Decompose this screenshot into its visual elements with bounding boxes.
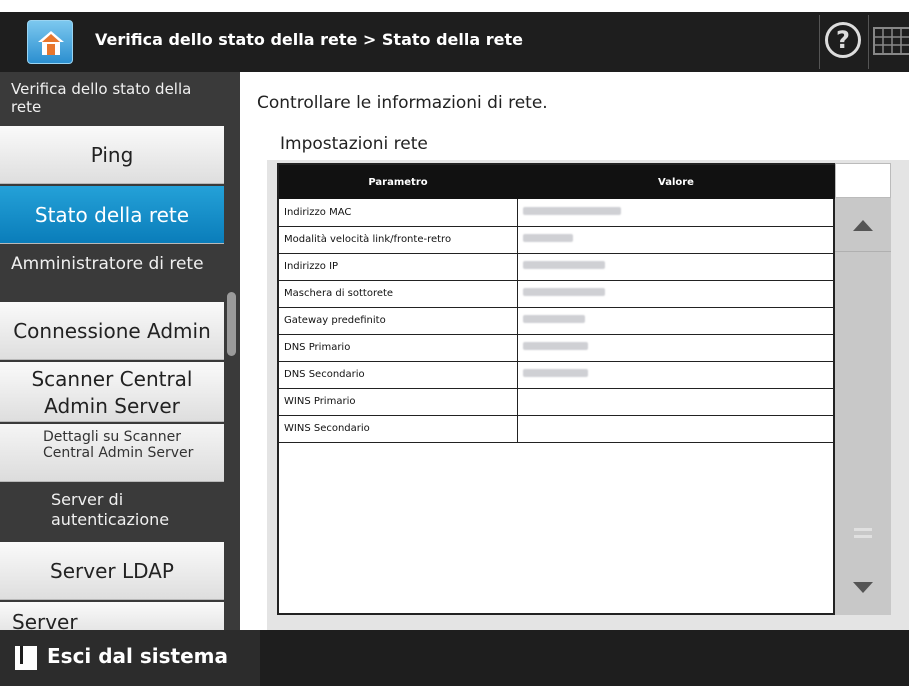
home-button[interactable] — [27, 20, 73, 64]
param-cell: WINS Primario — [279, 388, 517, 416]
keyboard-button[interactable] — [868, 15, 909, 69]
column-header-parameter: Parametro — [279, 165, 517, 199]
sidebar-item-ldap[interactable]: Server LDAP — [0, 542, 224, 600]
logout-icon — [15, 646, 37, 670]
section-title: Impostazioni rete — [280, 134, 428, 154]
table-row: WINS Primario — [279, 388, 835, 416]
value-cell — [516, 253, 835, 281]
sidebar-scrollbar[interactable] — [227, 292, 236, 356]
arrow-up-icon — [853, 220, 873, 231]
param-cell: WINS Secondario — [279, 415, 517, 443]
sidebar-item-ping[interactable]: Ping — [0, 126, 224, 184]
blurred-value — [522, 369, 588, 377]
value-cell — [516, 226, 835, 254]
blurred-value — [522, 288, 605, 296]
value-cell — [516, 307, 835, 335]
sidebar-item-scanner-central[interactable]: Scanner Central Admin Server — [0, 362, 224, 422]
sidebar-item-network-status[interactable]: Stato della rete — [0, 186, 224, 244]
keyboard-icon — [873, 27, 909, 55]
grip-icon — [854, 528, 872, 538]
arrow-down-icon — [853, 582, 873, 593]
scrollbar-header-cap — [835, 163, 891, 198]
scrollbar-track[interactable] — [835, 198, 891, 615]
table-scrollbar[interactable] — [835, 163, 891, 615]
sidebar-section-auth: Server di autenticazione — [51, 490, 170, 529]
param-cell: Indirizzo MAC — [279, 199, 517, 227]
param-cell: Indirizzo IP — [279, 253, 517, 281]
main-content: Controllare le informazioni di rete. Imp… — [240, 72, 909, 630]
param-cell: DNS Primario — [279, 334, 517, 362]
page-title: Verifica dello stato della rete > Stato … — [95, 30, 523, 49]
sidebar-item-server[interactable]: Server — [0, 602, 224, 630]
table-row: Indirizzo MAC — [279, 199, 835, 227]
scroll-up-button[interactable] — [835, 198, 891, 252]
sidebar-section-network: Verifica dello stato della rete — [11, 80, 192, 116]
blurred-value — [522, 261, 605, 269]
help-button[interactable]: ? — [819, 15, 867, 69]
logout-label: Esci dal sistema — [47, 644, 228, 668]
column-header-value: Valore — [517, 165, 835, 199]
value-cell — [516, 199, 835, 227]
footer-bar: Esci dal sistema — [0, 630, 909, 686]
network-settings-table: Parametro Valore Indirizzo MAC Modalità … — [277, 163, 835, 615]
sidebar-section-admin: Amministratore di rete — [11, 254, 204, 274]
header-bar: Verifica dello stato della rete > Stato … — [0, 12, 909, 72]
blurred-value — [522, 342, 588, 350]
value-cell — [516, 388, 835, 416]
help-icon: ? — [825, 22, 861, 58]
value-cell — [516, 415, 835, 443]
scroll-down-button[interactable] — [835, 558, 891, 615]
value-cell — [516, 361, 835, 389]
value-cell — [516, 280, 835, 308]
sidebar-item-admin-connection[interactable]: Connessione Admin — [0, 302, 224, 360]
sidebar-item-scanner-details[interactable]: Dettagli su Scanner Central Admin Server — [0, 424, 224, 482]
table-header-row: Parametro Valore — [279, 165, 835, 199]
scrollbar-thumb[interactable] — [835, 518, 891, 548]
logout-button[interactable]: Esci dal sistema — [0, 630, 260, 686]
sidebar: Verifica dello stato della rete Ping Sta… — [0, 72, 240, 630]
param-cell: Maschera di sottorete — [279, 280, 517, 308]
value-cell — [516, 334, 835, 362]
table-row: Indirizzo IP — [279, 253, 835, 281]
blurred-value — [522, 315, 585, 323]
blurred-value — [522, 234, 573, 242]
table-row: DNS Secondario — [279, 361, 835, 389]
table-row: Modalità velocità link/fronte-retro — [279, 226, 835, 254]
home-icon — [38, 31, 64, 55]
param-cell: DNS Secondario — [279, 361, 517, 389]
param-cell: Modalità velocità link/fronte-retro — [279, 226, 517, 254]
blurred-value — [522, 206, 621, 215]
param-cell: Gateway predefinito — [279, 307, 517, 335]
table-row: Maschera di sottorete — [279, 280, 835, 308]
table-row: WINS Secondario — [279, 415, 835, 443]
table-row: Gateway predefinito — [279, 307, 835, 335]
intro-text: Controllare le informazioni di rete. — [257, 93, 548, 113]
table-row: DNS Primario — [279, 334, 835, 362]
